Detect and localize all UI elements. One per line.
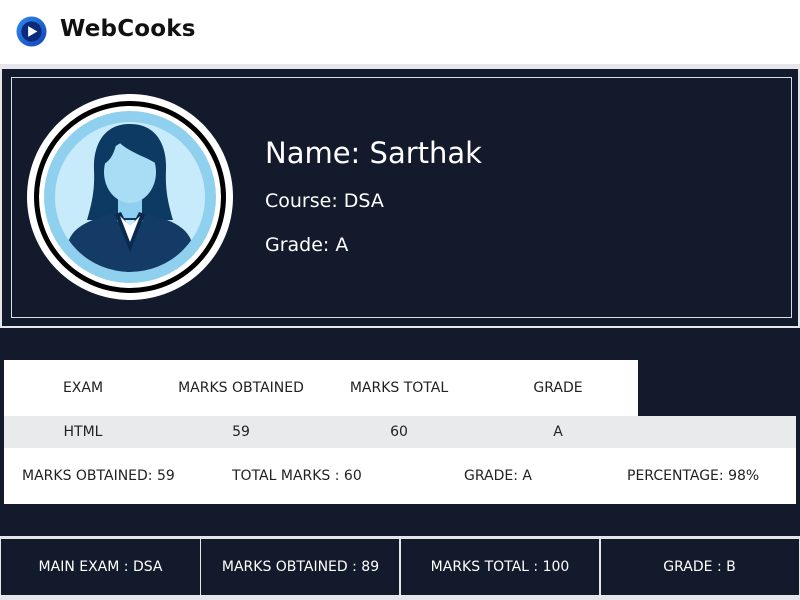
results-summary: MARKS OBTAINED: 59 TOTAL MARKS : 60 GRAD… (4, 448, 796, 504)
navbar: WebCooks (0, 0, 800, 64)
student-name: Name: Sarthak (265, 136, 482, 170)
summary-total-marks: TOTAL MARKS : 60 (232, 468, 362, 484)
brand-name[interactable]: WebCooks (60, 16, 196, 42)
section-spacer (0, 508, 800, 536)
main-exam-marks-total: MARKS TOTAL : 100 (399, 538, 601, 596)
header-empty-cell (638, 360, 796, 416)
main-exam-marks-obtained: MARKS OBTAINED : 89 (200, 538, 401, 596)
cell-grade: A (553, 424, 563, 440)
section-spacer (0, 328, 800, 356)
cell-marks-obtained: 59 (232, 424, 250, 440)
main-exam-name: MAIN EXAM : DSA (0, 538, 201, 596)
female-user-avatar-icon (27, 94, 233, 300)
summary-grade: GRADE: A (464, 468, 532, 484)
student-course: Course: DSA (265, 190, 384, 212)
table-row: HTML 59 60 A (4, 416, 796, 448)
summary-percentage: PERCENTAGE: 98% (627, 468, 760, 484)
main-exam-grade: GRADE : B (599, 538, 800, 596)
cell-exam: HTML (63, 424, 103, 440)
header-grade: GRADE (533, 380, 583, 396)
header-marks-obtained: MARKS OBTAINED (178, 380, 304, 396)
play-circle-icon[interactable] (16, 16, 47, 47)
cell-marks-total: 60 (390, 424, 408, 440)
summary-marks-obtained: MARKS OBTAINED: 59 (22, 468, 175, 484)
results-section: EXAM MARKS OBTAINED MARKS TOTAL GRADE HT… (0, 356, 800, 508)
header-marks-total: MARKS TOTAL (349, 380, 449, 396)
results-table: EXAM MARKS OBTAINED MARKS TOTAL GRADE HT… (4, 360, 796, 504)
student-grade: Grade: A (265, 234, 349, 256)
header-exam: EXAM (62, 380, 104, 396)
table-header: EXAM MARKS OBTAINED MARKS TOTAL GRADE (4, 360, 796, 416)
main-exam-row: MAIN EXAM : DSA MARKS OBTAINED : 89 MARK… (0, 538, 800, 596)
divider (0, 596, 800, 600)
